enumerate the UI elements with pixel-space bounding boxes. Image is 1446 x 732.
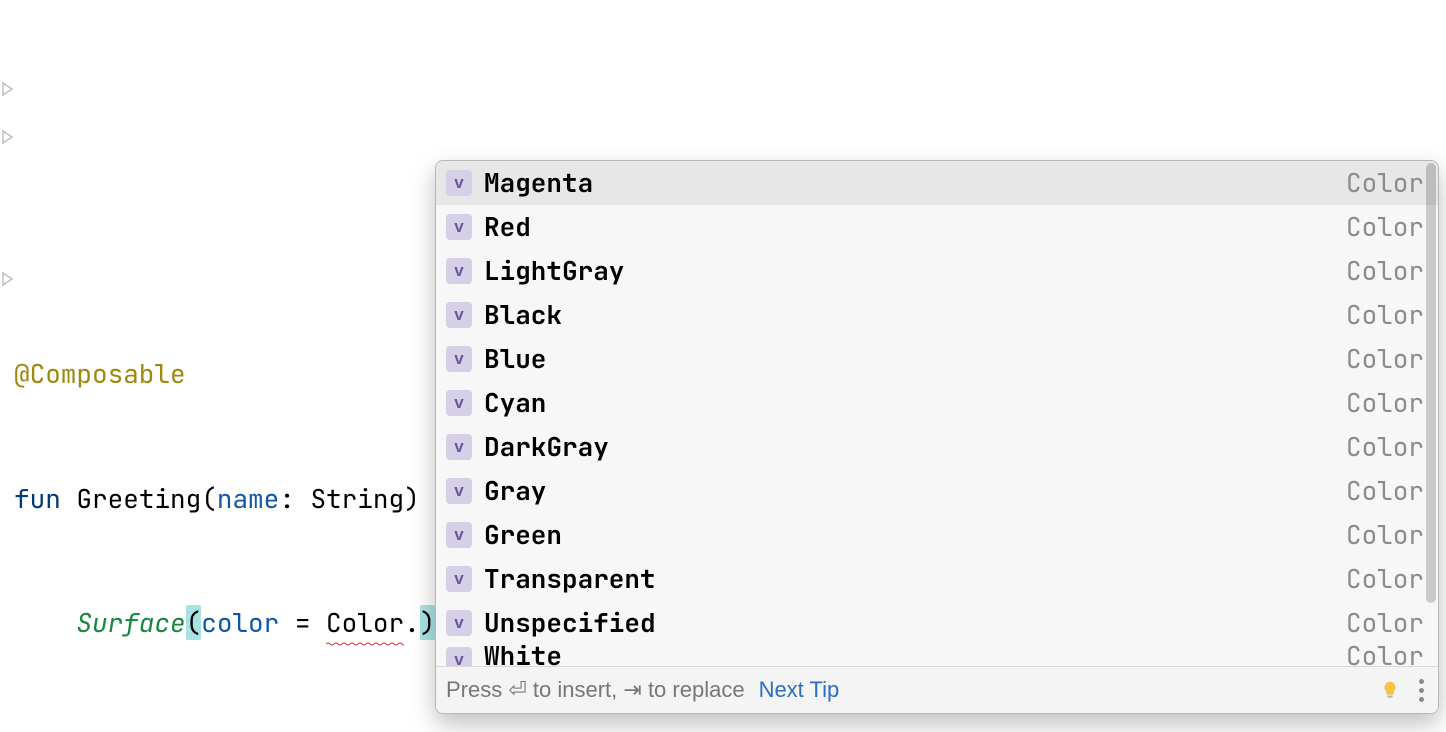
autocomplete-footer: Press ⏎ to insert, ⇥ to replace Next Tip [436,666,1438,713]
autocomplete-item[interactable]: v LightGrayColor [436,249,1438,293]
keyword-fun: fun [14,481,61,516]
autocomplete-item-type: Color [1346,645,1424,666]
enter-key-icon: ⏎ [508,677,526,702]
autocomplete-item[interactable]: v BlueColor [436,337,1438,381]
autocomplete-item-name: Blue [484,338,1346,380]
autocomplete-item-type: Color [1346,162,1424,204]
autocomplete-item[interactable]: v WhiteColor [436,645,1438,666]
kind-badge-value-icon: v [446,258,472,284]
param-sep: : [279,481,310,516]
autocomplete-item[interactable]: v CyanColor [436,381,1438,425]
current-line-highlight [0,113,1446,157]
autocomplete-item-type: Color [1346,206,1424,248]
tab-key-icon: ⇥ [623,677,641,702]
function-name: Greeting [76,481,201,516]
kind-badge-value-icon: v [446,647,472,666]
kind-badge-value-icon: v [446,302,472,328]
autocomplete-item[interactable]: v BlackColor [436,293,1438,337]
autocomplete-item-name: Black [484,294,1346,336]
autocomplete-item[interactable]: v UnspecifiedColor [436,601,1438,645]
autocomplete-item[interactable]: v MagentaColor [436,161,1438,205]
annotation: @Composable [14,356,186,391]
autocomplete-list[interactable]: vMagentaColorvRedColorvLightGrayColorvBl… [436,161,1438,666]
gutter-marker-icon [0,270,16,288]
autocomplete-popup[interactable]: vMagentaColorvRedColorvLightGrayColorvBl… [435,160,1439,714]
autocomplete-item-type: Color [1346,558,1424,600]
autocomplete-item-name: DarkGray [484,426,1346,468]
gutter-marker-icon [0,128,16,146]
autocomplete-item[interactable]: v TransparentColor [436,557,1438,601]
autocomplete-item[interactable]: v GreenColor [436,513,1438,557]
autocomplete-item-name: Transparent [484,558,1346,600]
param-name: name [217,481,279,516]
kind-badge-value-icon: v [446,566,472,592]
dot: . [404,605,420,640]
autocomplete-item-name: Magenta [484,162,1346,204]
kind-badge-value-icon: v [446,170,472,196]
kind-badge-value-icon: v [446,214,472,240]
autocomplete-item[interactable]: v GrayColor [436,469,1438,513]
param-type: String [310,481,404,516]
autocomplete-item-name: Green [484,514,1346,556]
arg-color: color [201,605,279,640]
class-color: Color [326,602,404,644]
autocomplete-item-name: LightGray [484,250,1346,292]
next-tip-link[interactable]: Next Tip [759,672,840,707]
bracket-highlight: ( [186,605,202,640]
autocomplete-item[interactable]: v RedColor [436,205,1438,249]
equals: = [279,605,326,640]
autocomplete-item-type: Color [1346,514,1424,556]
autocomplete-item-type: Color [1346,602,1424,644]
scrollbar-thumb[interactable] [1426,163,1436,603]
autocomplete-item[interactable]: v DarkGrayColor [436,425,1438,469]
autocomplete-item-type: Color [1346,338,1424,380]
kind-badge-value-icon: v [446,346,472,372]
lightbulb-icon[interactable] [1379,679,1401,701]
bracket-highlight: ) [420,605,436,640]
kind-badge-value-icon: v [446,522,472,548]
autocomplete-item-name: White [484,645,1346,666]
gutter-marker-icon [0,80,16,98]
autocomplete-item-name: Unspecified [484,602,1346,644]
kind-badge-value-icon: v [446,478,472,504]
more-options-icon[interactable] [1415,675,1428,706]
call-surface: Surface [76,605,185,640]
kind-badge-value-icon: v [446,610,472,636]
kind-badge-value-icon: v [446,390,472,416]
footer-hint: Press ⏎ to insert, ⇥ to replace [446,672,745,707]
kind-badge-value-icon: v [446,434,472,460]
autocomplete-item-type: Color [1346,470,1424,512]
autocomplete-item-name: Cyan [484,382,1346,424]
autocomplete-item-type: Color [1346,250,1424,292]
paren-open: ( [201,481,217,516]
autocomplete-item-type: Color [1346,426,1424,468]
autocomplete-item-type: Color [1346,382,1424,424]
autocomplete-item-name: Gray [484,470,1346,512]
autocomplete-item-type: Color [1346,294,1424,336]
autocomplete-item-name: Red [484,206,1346,248]
